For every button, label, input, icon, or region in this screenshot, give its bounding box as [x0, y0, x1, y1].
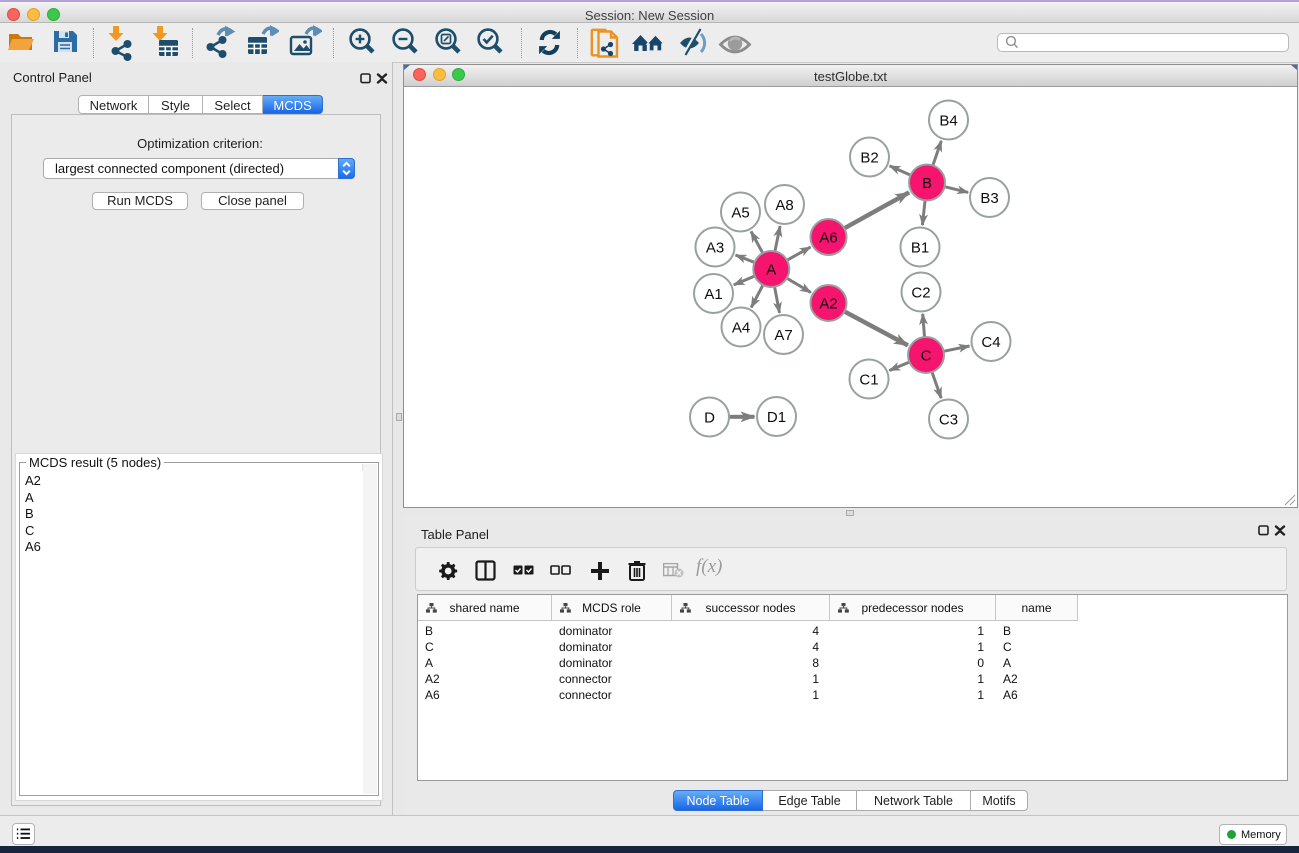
svg-text:A6: A6: [819, 230, 837, 247]
svg-text:B4: B4: [939, 113, 957, 130]
svg-text:A2: A2: [819, 296, 837, 313]
svg-text:B1: B1: [911, 240, 929, 257]
svg-text:D: D: [704, 410, 715, 427]
svg-text:A4: A4: [732, 320, 750, 337]
svg-text:C3: C3: [939, 412, 958, 429]
svg-text:A5: A5: [731, 205, 749, 222]
svg-text:A1: A1: [704, 286, 722, 303]
svg-text:C: C: [921, 348, 932, 365]
svg-text:A3: A3: [706, 240, 724, 257]
svg-text:A: A: [766, 262, 776, 279]
svg-text:A8: A8: [775, 197, 793, 214]
svg-text:A7: A7: [774, 327, 792, 344]
svg-text:C4: C4: [981, 334, 1000, 351]
svg-text:C1: C1: [859, 372, 878, 389]
svg-text:B: B: [922, 175, 932, 192]
svg-text:D1: D1: [767, 409, 786, 426]
svg-text:B3: B3: [980, 190, 998, 207]
svg-text:C2: C2: [911, 285, 930, 302]
svg-text:B2: B2: [860, 150, 878, 167]
